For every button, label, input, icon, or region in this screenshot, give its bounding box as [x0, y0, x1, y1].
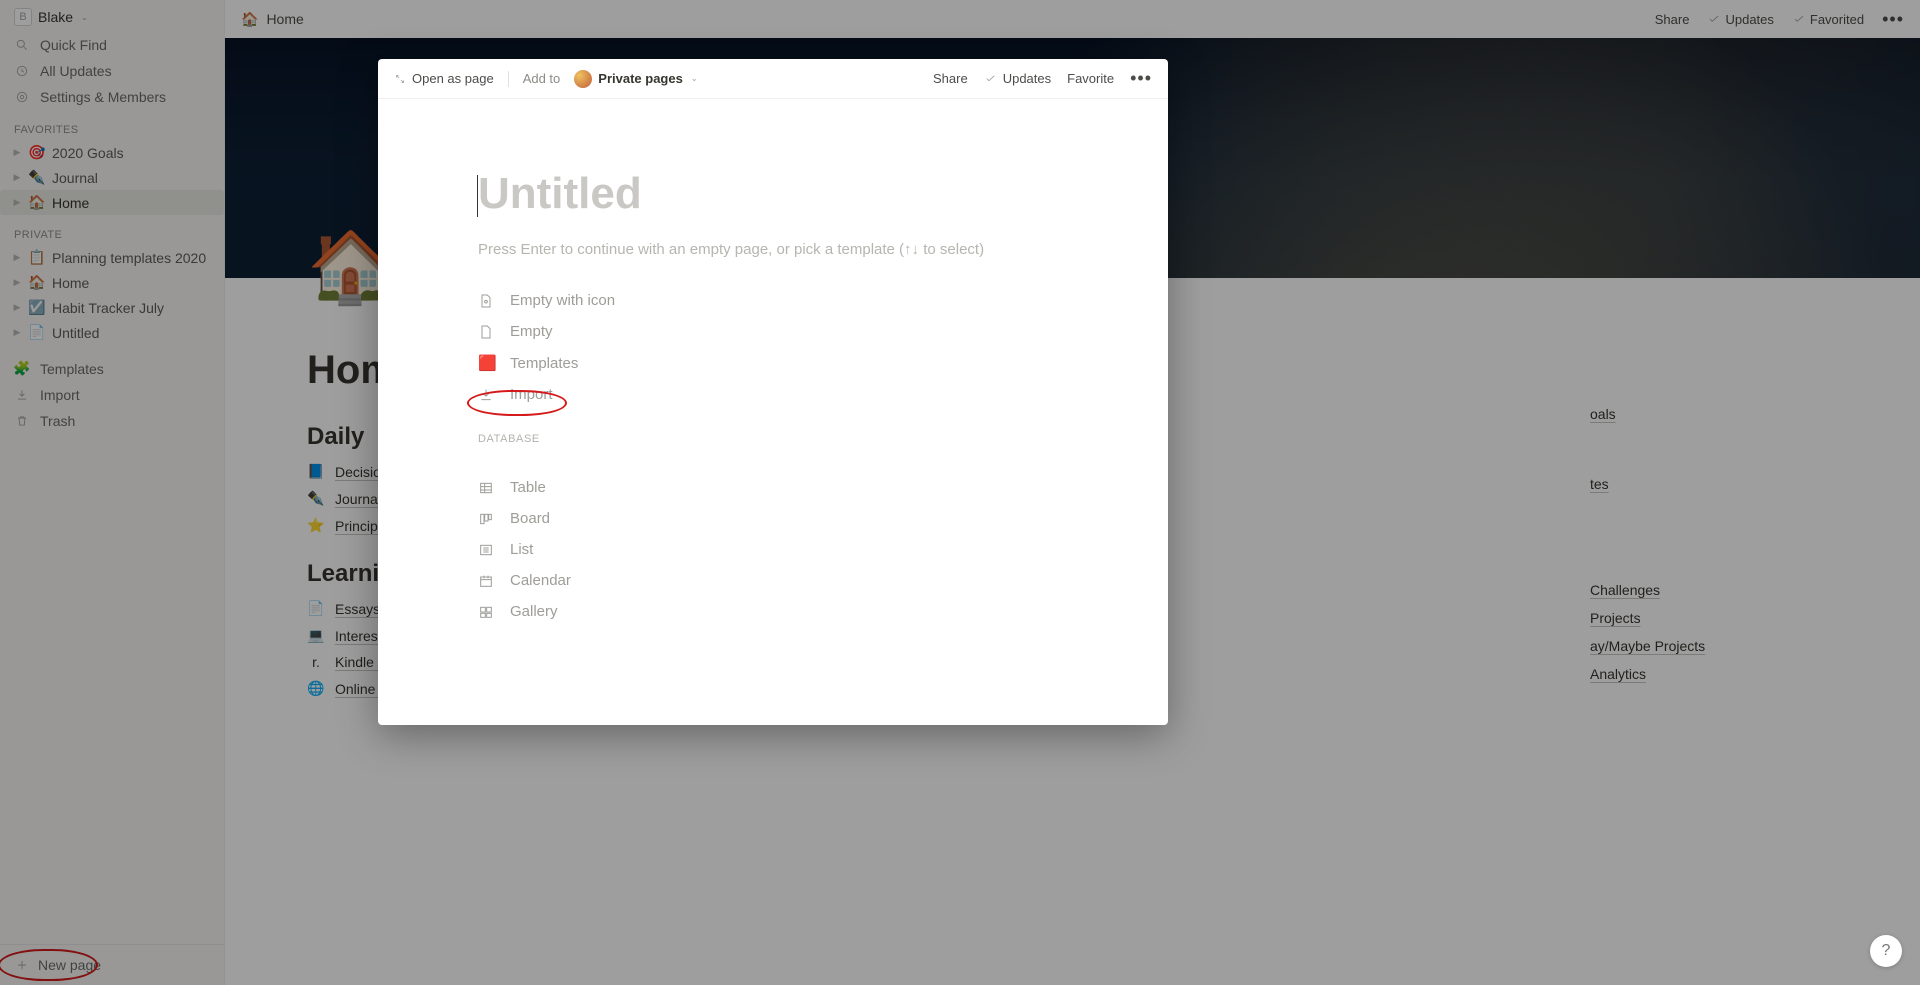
- template-hint: Press Enter to continue with an empty pa…: [478, 241, 1058, 258]
- chevron-down-icon: ⌄: [691, 74, 698, 83]
- check-icon: [984, 72, 997, 85]
- modal-toolbar: Open as page Add to Private pages ⌄ Shar…: [378, 59, 1168, 99]
- page-icon: [478, 324, 496, 340]
- db-option-calendar[interactable]: Calendar: [478, 568, 1058, 593]
- new-page-modal: Open as page Add to Private pages ⌄ Shar…: [378, 59, 1168, 725]
- db-option-table[interactable]: Table: [478, 475, 1058, 500]
- avatar: [574, 70, 592, 88]
- option-label: Gallery: [510, 603, 558, 620]
- list-icon: [478, 542, 496, 558]
- text-caret: [477, 175, 478, 217]
- option-import[interactable]: Import: [478, 382, 1058, 407]
- modal-more-button[interactable]: •••: [1130, 68, 1152, 89]
- db-option-list[interactable]: List: [478, 537, 1058, 562]
- help-button[interactable]: ?: [1870, 935, 1902, 967]
- modal-favorite-button[interactable]: Favorite: [1067, 71, 1114, 86]
- board-icon: [478, 511, 496, 527]
- add-to-dest-label: Private pages: [598, 71, 683, 86]
- option-empty-with-icon[interactable]: Empty with icon: [478, 288, 1058, 313]
- option-label: Import: [510, 386, 553, 403]
- option-label: Calendar: [510, 572, 571, 589]
- option-label: Empty with icon: [510, 292, 615, 309]
- title-placeholder: Untitled: [478, 169, 642, 218]
- add-to-label: Add to: [523, 71, 561, 86]
- option-label: Board: [510, 510, 550, 527]
- db-option-gallery[interactable]: Gallery: [478, 599, 1058, 624]
- page-options: Empty with icon Empty 🟥 Templates Import: [478, 288, 1058, 407]
- table-icon: [478, 480, 496, 496]
- separator: [508, 71, 509, 87]
- option-label: Table: [510, 479, 546, 496]
- open-as-page-button[interactable]: Open as page: [394, 71, 494, 86]
- option-label: Empty: [510, 323, 553, 340]
- modal-share-button[interactable]: Share: [933, 71, 968, 86]
- option-label: Templates: [510, 355, 578, 372]
- gallery-icon: [478, 604, 496, 620]
- calendar-icon: [478, 573, 496, 589]
- option-label: List: [510, 541, 533, 558]
- option-empty[interactable]: Empty: [478, 319, 1058, 344]
- db-option-board[interactable]: Board: [478, 506, 1058, 531]
- page-icon-icon: [478, 293, 496, 309]
- modal-updates-label: Updates: [1003, 71, 1051, 86]
- open-as-page-label: Open as page: [412, 71, 494, 86]
- modal-body[interactable]: Untitled Press Enter to continue with an…: [378, 99, 1158, 725]
- database-options: Table Board List Calendar Gallery: [478, 475, 1058, 624]
- modal-updates-button[interactable]: Updates: [984, 71, 1051, 86]
- database-header: DATABASE: [478, 433, 1058, 445]
- add-to-destination[interactable]: Private pages ⌄: [574, 70, 697, 88]
- option-templates[interactable]: 🟥 Templates: [478, 350, 1058, 376]
- templates-icon: 🟥: [478, 354, 496, 372]
- page-title-input[interactable]: Untitled: [478, 169, 1058, 219]
- expand-icon: [394, 73, 406, 85]
- import-icon: [478, 387, 496, 403]
